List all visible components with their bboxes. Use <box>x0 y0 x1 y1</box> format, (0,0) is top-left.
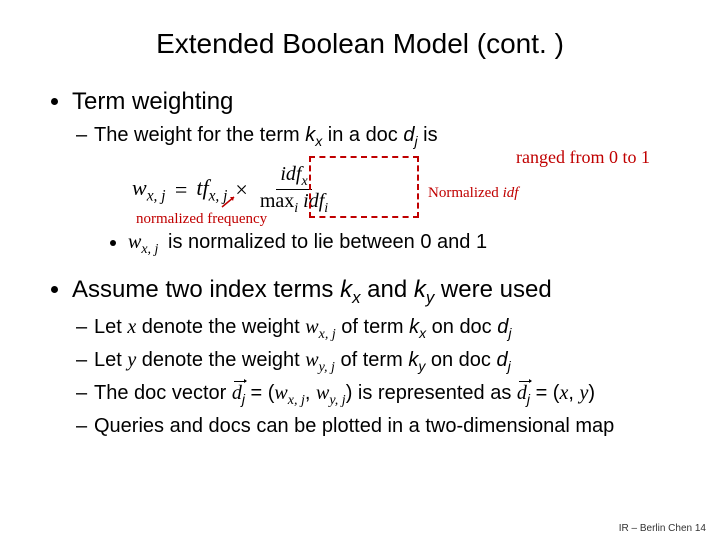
range-note: ranged from 0 to 1 <box>516 147 650 168</box>
formula-block: wx, j = tfx, j × idfx maxi idfi ranged f… <box>76 159 680 225</box>
wss: x, j <box>141 242 158 257</box>
l3-eq2: = ( <box>530 382 559 404</box>
l2-mid: denote the weight <box>136 349 305 371</box>
nidf-pre: Normalized <box>428 185 503 201</box>
f-den: maxi idfi <box>256 190 332 216</box>
l1-on: on doc <box>426 316 497 338</box>
nidf-it: idf <box>503 185 519 201</box>
f-tf-t: tf <box>196 175 208 200</box>
s1-pre: The weight for the term <box>94 124 305 146</box>
s1-mid: in a doc <box>322 124 403 146</box>
bullet-term-weighting: Term weighting The weight for the term k… <box>72 88 680 149</box>
l1-of: of term <box>336 316 409 338</box>
l3-wyss: y, j <box>329 393 345 408</box>
s1-k: k <box>305 124 315 146</box>
b2-post: were used <box>434 276 551 303</box>
let-y: Let y denote the weight wy, j of term k y… <box>94 349 680 376</box>
b2-ky-y: y <box>426 288 434 307</box>
sublist-1: The weight for the term kx in a doc dj i… <box>72 124 680 149</box>
l2-wss: y, j <box>319 360 335 375</box>
l1-x: x <box>127 316 136 338</box>
f-eq: = <box>174 177 189 203</box>
slide: Extended Boolean Model (cont. ) Term wei… <box>0 0 720 540</box>
b1-heading: Term weighting <box>72 88 233 115</box>
l2-on: on doc <box>425 349 496 371</box>
sublist-2: Let x denote the weight wx, j of term kx… <box>72 316 680 438</box>
normalized-frequency-label: normalized frequency <box>136 211 267 228</box>
f-tf: tfx, j <box>196 175 227 205</box>
l3-eq: = ( <box>245 382 274 404</box>
let-x: Let x denote the weight wx, j of term k x… <box>94 316 680 343</box>
f-den-max: max <box>260 190 294 212</box>
f-times: × <box>235 177 247 203</box>
f-den-isub: i <box>324 201 328 216</box>
s1-post: is <box>418 124 438 146</box>
l1-d: d <box>497 316 508 338</box>
l3-wxs: w <box>274 382 287 404</box>
l1-j: j <box>508 325 511 341</box>
l2-let: Let <box>94 349 127 371</box>
queries-docs: Queries and docs can be plotted in a two… <box>94 415 680 438</box>
f-lhs: wx, j <box>132 175 166 205</box>
l1-wss: x, j <box>319 327 336 342</box>
b2-ky-k: k <box>414 276 426 303</box>
normalized-idf-label: Normalized idf <box>428 185 518 202</box>
l2-of: of term <box>335 349 408 371</box>
l3-dvec: d <box>232 382 242 404</box>
f-tf-sub: x, j <box>209 187 228 204</box>
f-num: idfx <box>276 163 311 190</box>
l2-w: wy, j <box>305 349 335 371</box>
l1-ws: w <box>305 316 318 338</box>
f-num-sub: x <box>301 174 307 189</box>
l2-j: j <box>508 358 511 374</box>
normalize-line: wx, j is normalized to lie between 0 and… <box>128 231 680 258</box>
formula: wx, j = tfx, j × idfx maxi idfi <box>132 163 332 217</box>
l3-d2: d <box>517 382 527 404</box>
l3-close2: ) <box>588 382 595 404</box>
wxj-sym: wx, j <box>128 231 158 253</box>
l3-wx: wx, j <box>274 382 304 404</box>
b2-and: and <box>360 276 413 303</box>
l3-c: , <box>305 382 316 404</box>
l1-k: k <box>409 316 419 338</box>
f-num-idf: idf <box>280 163 301 185</box>
l2-d: d <box>496 349 507 371</box>
f-den-idf: idf <box>298 190 324 212</box>
l3-d: d <box>232 382 242 404</box>
l1-mid: denote the weight <box>136 316 305 338</box>
ws: w <box>128 231 141 253</box>
l3-c2: , <box>568 382 579 404</box>
b2-pre: Assume two index terms <box>72 276 340 303</box>
f-frac: idfx maxi idfi <box>256 163 332 217</box>
l3-pre: The doc vector <box>94 382 232 404</box>
f-w: w <box>132 175 147 200</box>
l3-wxss: x, j <box>288 393 305 408</box>
sublist-normalize: wx, j is normalized to lie between 0 and… <box>100 231 680 258</box>
f-wsub: x, j <box>147 187 166 204</box>
l2-y: y <box>127 349 136 371</box>
doc-vector: The doc vector dj = (wx, j, wy, j) is re… <box>94 382 680 409</box>
l4: Queries and docs can be plotted in a two… <box>94 415 614 437</box>
l2-ws: w <box>305 349 318 371</box>
l3-dvec2: d <box>517 382 527 404</box>
l3-wy: wy, j <box>316 382 346 404</box>
sub-weight-def: The weight for the term kx in a doc dj i… <box>94 124 680 149</box>
b2-kx-k: k <box>340 276 352 303</box>
slide-title: Extended Boolean Model (cont. ) <box>40 28 680 60</box>
slide-footer: IR – Berlin Chen 14 <box>619 523 706 534</box>
l1-let: Let <box>94 316 127 338</box>
s1-d: d <box>403 124 414 146</box>
l1-w: wx, j <box>305 316 335 338</box>
l3-wys: w <box>316 382 329 404</box>
bullet-list-2: Assume two index terms kx and ky were us… <box>48 276 680 438</box>
bullet-assume: Assume two index terms kx and ky were us… <box>72 276 680 438</box>
l2-k: k <box>408 349 418 371</box>
norm-text: is normalized to lie between 0 and 1 <box>158 231 487 253</box>
bullet-list-1: Term weighting The weight for the term k… <box>48 88 680 149</box>
l3-mid: is represented as <box>352 382 517 404</box>
